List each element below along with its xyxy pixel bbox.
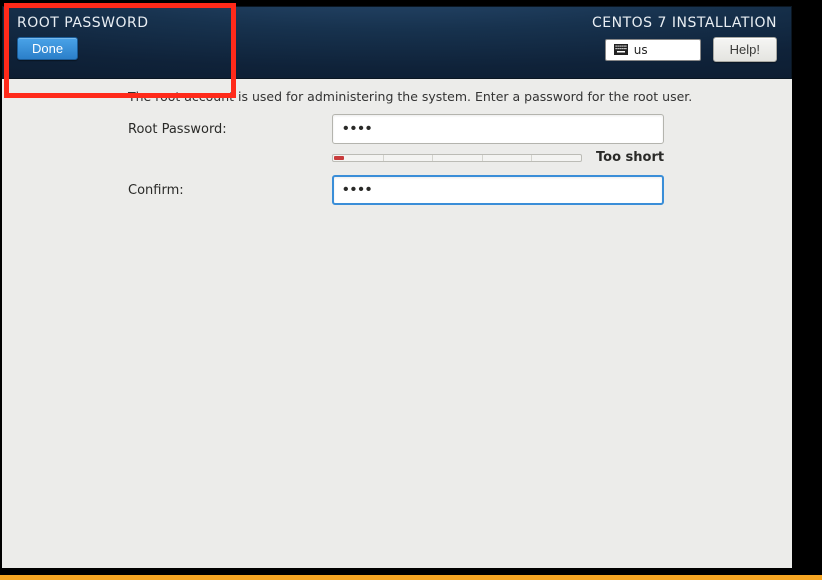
page-title: ROOT PASSWORD: [17, 15, 149, 31]
confirm-password-label: Confirm:: [128, 183, 332, 198]
header: ROOT PASSWORD Done CENTOS 7 INSTALLATION…: [2, 6, 792, 79]
right-border: [794, 0, 822, 580]
bottom-warning-bar: [0, 575, 822, 580]
root-password-label: Root Password:: [128, 122, 332, 137]
help-button[interactable]: Help!: [713, 37, 777, 62]
installer-title: CENTOS 7 INSTALLATION: [592, 15, 777, 31]
password-form: Root Password: Too short Confirm:: [2, 114, 792, 205]
done-button[interactable]: Done: [17, 37, 78, 60]
header-left: ROOT PASSWORD Done: [3, 7, 163, 78]
password-strength-text: Too short: [596, 150, 664, 165]
keyboard-layout-indicator[interactable]: us: [605, 39, 701, 61]
root-password-input[interactable]: [332, 114, 664, 144]
confirm-password-input[interactable]: [332, 175, 664, 205]
keyboard-layout-label: us: [634, 43, 648, 57]
password-strength-meter: [332, 154, 582, 162]
header-right: CENTOS 7 INSTALLATION us Help!: [578, 7, 791, 78]
keyboard-icon: [614, 44, 628, 55]
content-area: The root account is used for administeri…: [2, 79, 792, 568]
intro-text: The root account is used for administeri…: [2, 79, 792, 114]
